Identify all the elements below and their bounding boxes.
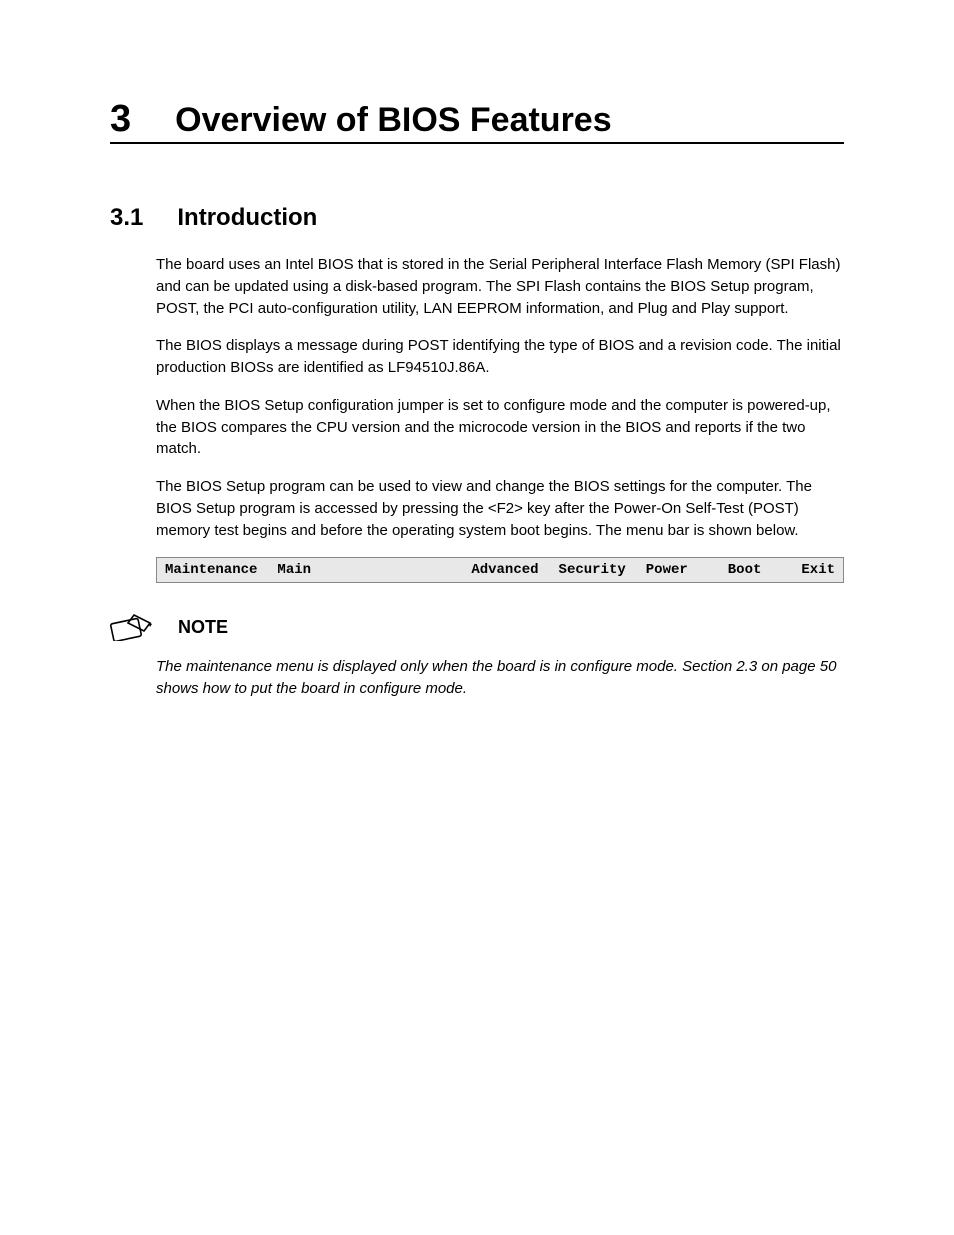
paragraph: The board uses an Intel BIOS that is sto… (156, 254, 844, 319)
menu-item-security: Security (559, 562, 626, 578)
menu-item-main: Main (277, 562, 311, 578)
chapter-title: Overview of BIOS Features (175, 103, 612, 137)
chapter-heading: 3 Overview of BIOS Features (110, 100, 844, 144)
note-block: NOTE (110, 613, 844, 641)
bios-menu-bar: Maintenance Main Advanced Security Power… (156, 557, 844, 583)
menu-item-exit: Exit (801, 562, 835, 578)
document-page: 3 Overview of BIOS Features 3.1 Introduct… (0, 0, 954, 775)
menu-item-power: Power (646, 562, 688, 578)
pencil-note-icon (110, 613, 156, 641)
note-label: NOTE (178, 617, 228, 638)
paragraph: When the BIOS Setup configuration jumper… (156, 395, 844, 460)
note-text: The maintenance menu is displayed only w… (156, 656, 844, 700)
menu-item-maintenance: Maintenance (165, 562, 257, 578)
section-title: Introduction (177, 204, 317, 231)
paragraph: The BIOS Setup program can be used to vi… (156, 476, 844, 541)
menu-item-advanced: Advanced (471, 562, 538, 578)
section-body: The board uses an Intel BIOS that is sto… (156, 254, 844, 583)
section-heading: 3.1 Introduction (110, 204, 844, 232)
section-number: 3.1 (110, 204, 143, 232)
chapter-number: 3 (110, 100, 131, 138)
paragraph: The BIOS displays a message during POST … (156, 335, 844, 379)
menu-item-boot: Boot (728, 562, 762, 578)
